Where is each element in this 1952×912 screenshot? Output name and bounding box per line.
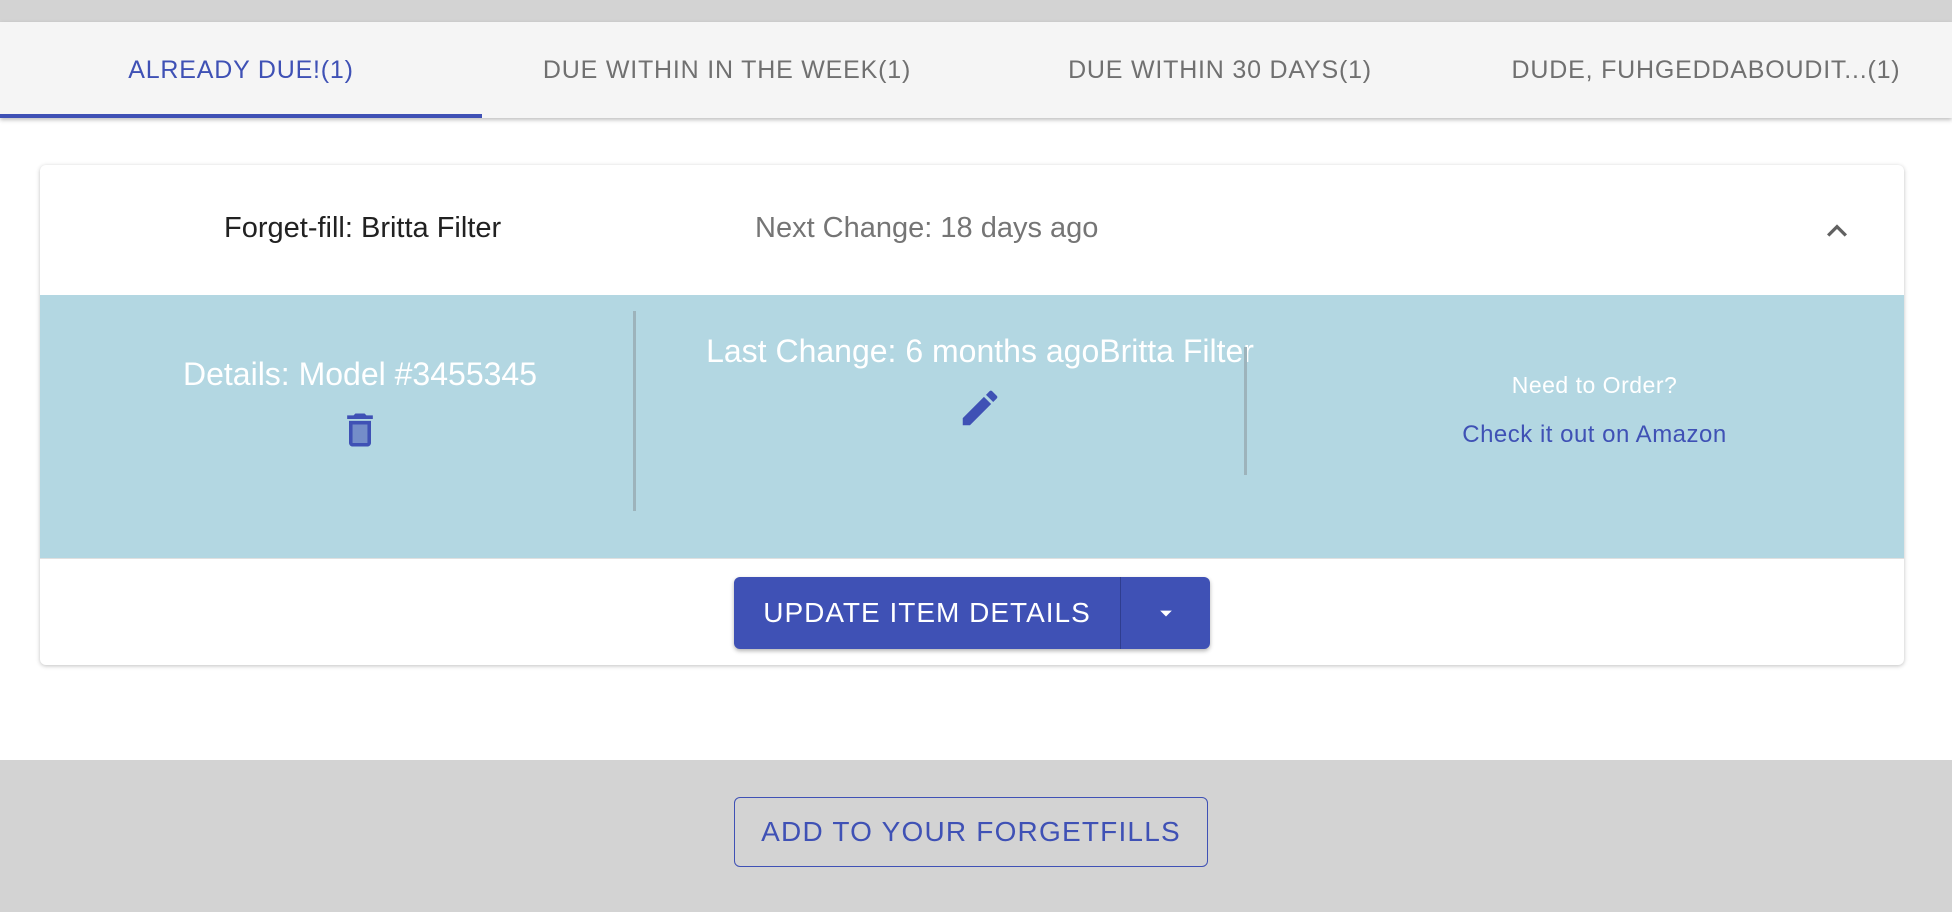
dropdown-toggle-button[interactable] (1121, 577, 1210, 649)
tab-fuhgeddaboudit[interactable]: DUDE, FUHGEDDABOUDIT...(1) (1490, 22, 1922, 118)
need-to-order-text: Need to Order? (1511, 372, 1678, 398)
caret-down-icon (1159, 610, 1172, 617)
amazon-link[interactable]: Check it out on Amazon (1285, 421, 1904, 449)
tab-label: DUDE, FUHGEDDABOUDIT...(1) (1511, 55, 1901, 84)
card-header[interactable]: Forget-fill: Britta Filter Next Change: … (40, 165, 1904, 295)
top-strip (0, 0, 1952, 22)
forgetfill-card: Forget-fill: Britta Filter Next Change: … (40, 165, 1904, 665)
add-to-forgetfills-button[interactable]: ADD TO YOUR FORGETFILLS (734, 797, 1208, 867)
order-column: Need to Order? Check it out on Amazon (1285, 372, 1904, 449)
tab-label: ALREADY DUE!(1) (128, 55, 354, 84)
last-change-text: Last Change: 6 months agoBritta Filter (706, 333, 1254, 369)
active-tab-indicator (0, 114, 482, 118)
next-change-text: Next Change: 18 days ago (755, 212, 1099, 244)
last-change-column: Last Change: 6 months agoBritta Filter (675, 327, 1285, 436)
pencil-icon[interactable] (957, 385, 1003, 436)
bottom-bar: ADD TO YOUR FORGETFILLS (0, 760, 1952, 912)
details-text: Details: Model #3455345 (182, 356, 537, 392)
tab-due-30-days[interactable]: DUE WITHIN 30 DAYS(1) (1010, 22, 1430, 118)
tab-label: DUE WITHIN IN THE WEEK(1) (542, 55, 912, 84)
tab-due-this-week[interactable]: DUE WITHIN IN THE WEEK(1) (482, 22, 972, 118)
trash-icon[interactable] (338, 408, 382, 457)
tab-label: DUE WITHIN 30 DAYS(1) (1068, 55, 1372, 84)
item-title: Forget-fill: Britta Filter (224, 212, 502, 244)
details-column: Details: Model #3455345 (40, 350, 680, 457)
chevron-up-icon[interactable] (1817, 211, 1857, 251)
tab-already-due[interactable]: ALREADY DUE!(1) (0, 22, 482, 118)
column-divider (1244, 347, 1247, 475)
details-panel: Details: Model #3455345 Last Change: 6 m… (40, 295, 1904, 559)
tab-bar: ALREADY DUE!(1) DUE WITHIN IN THE WEEK(1… (0, 22, 1952, 118)
update-button-group: UPDATE ITEM DETAILS (734, 577, 1210, 649)
column-divider (633, 311, 636, 511)
update-item-details-button[interactable]: UPDATE ITEM DETAILS (734, 577, 1121, 649)
